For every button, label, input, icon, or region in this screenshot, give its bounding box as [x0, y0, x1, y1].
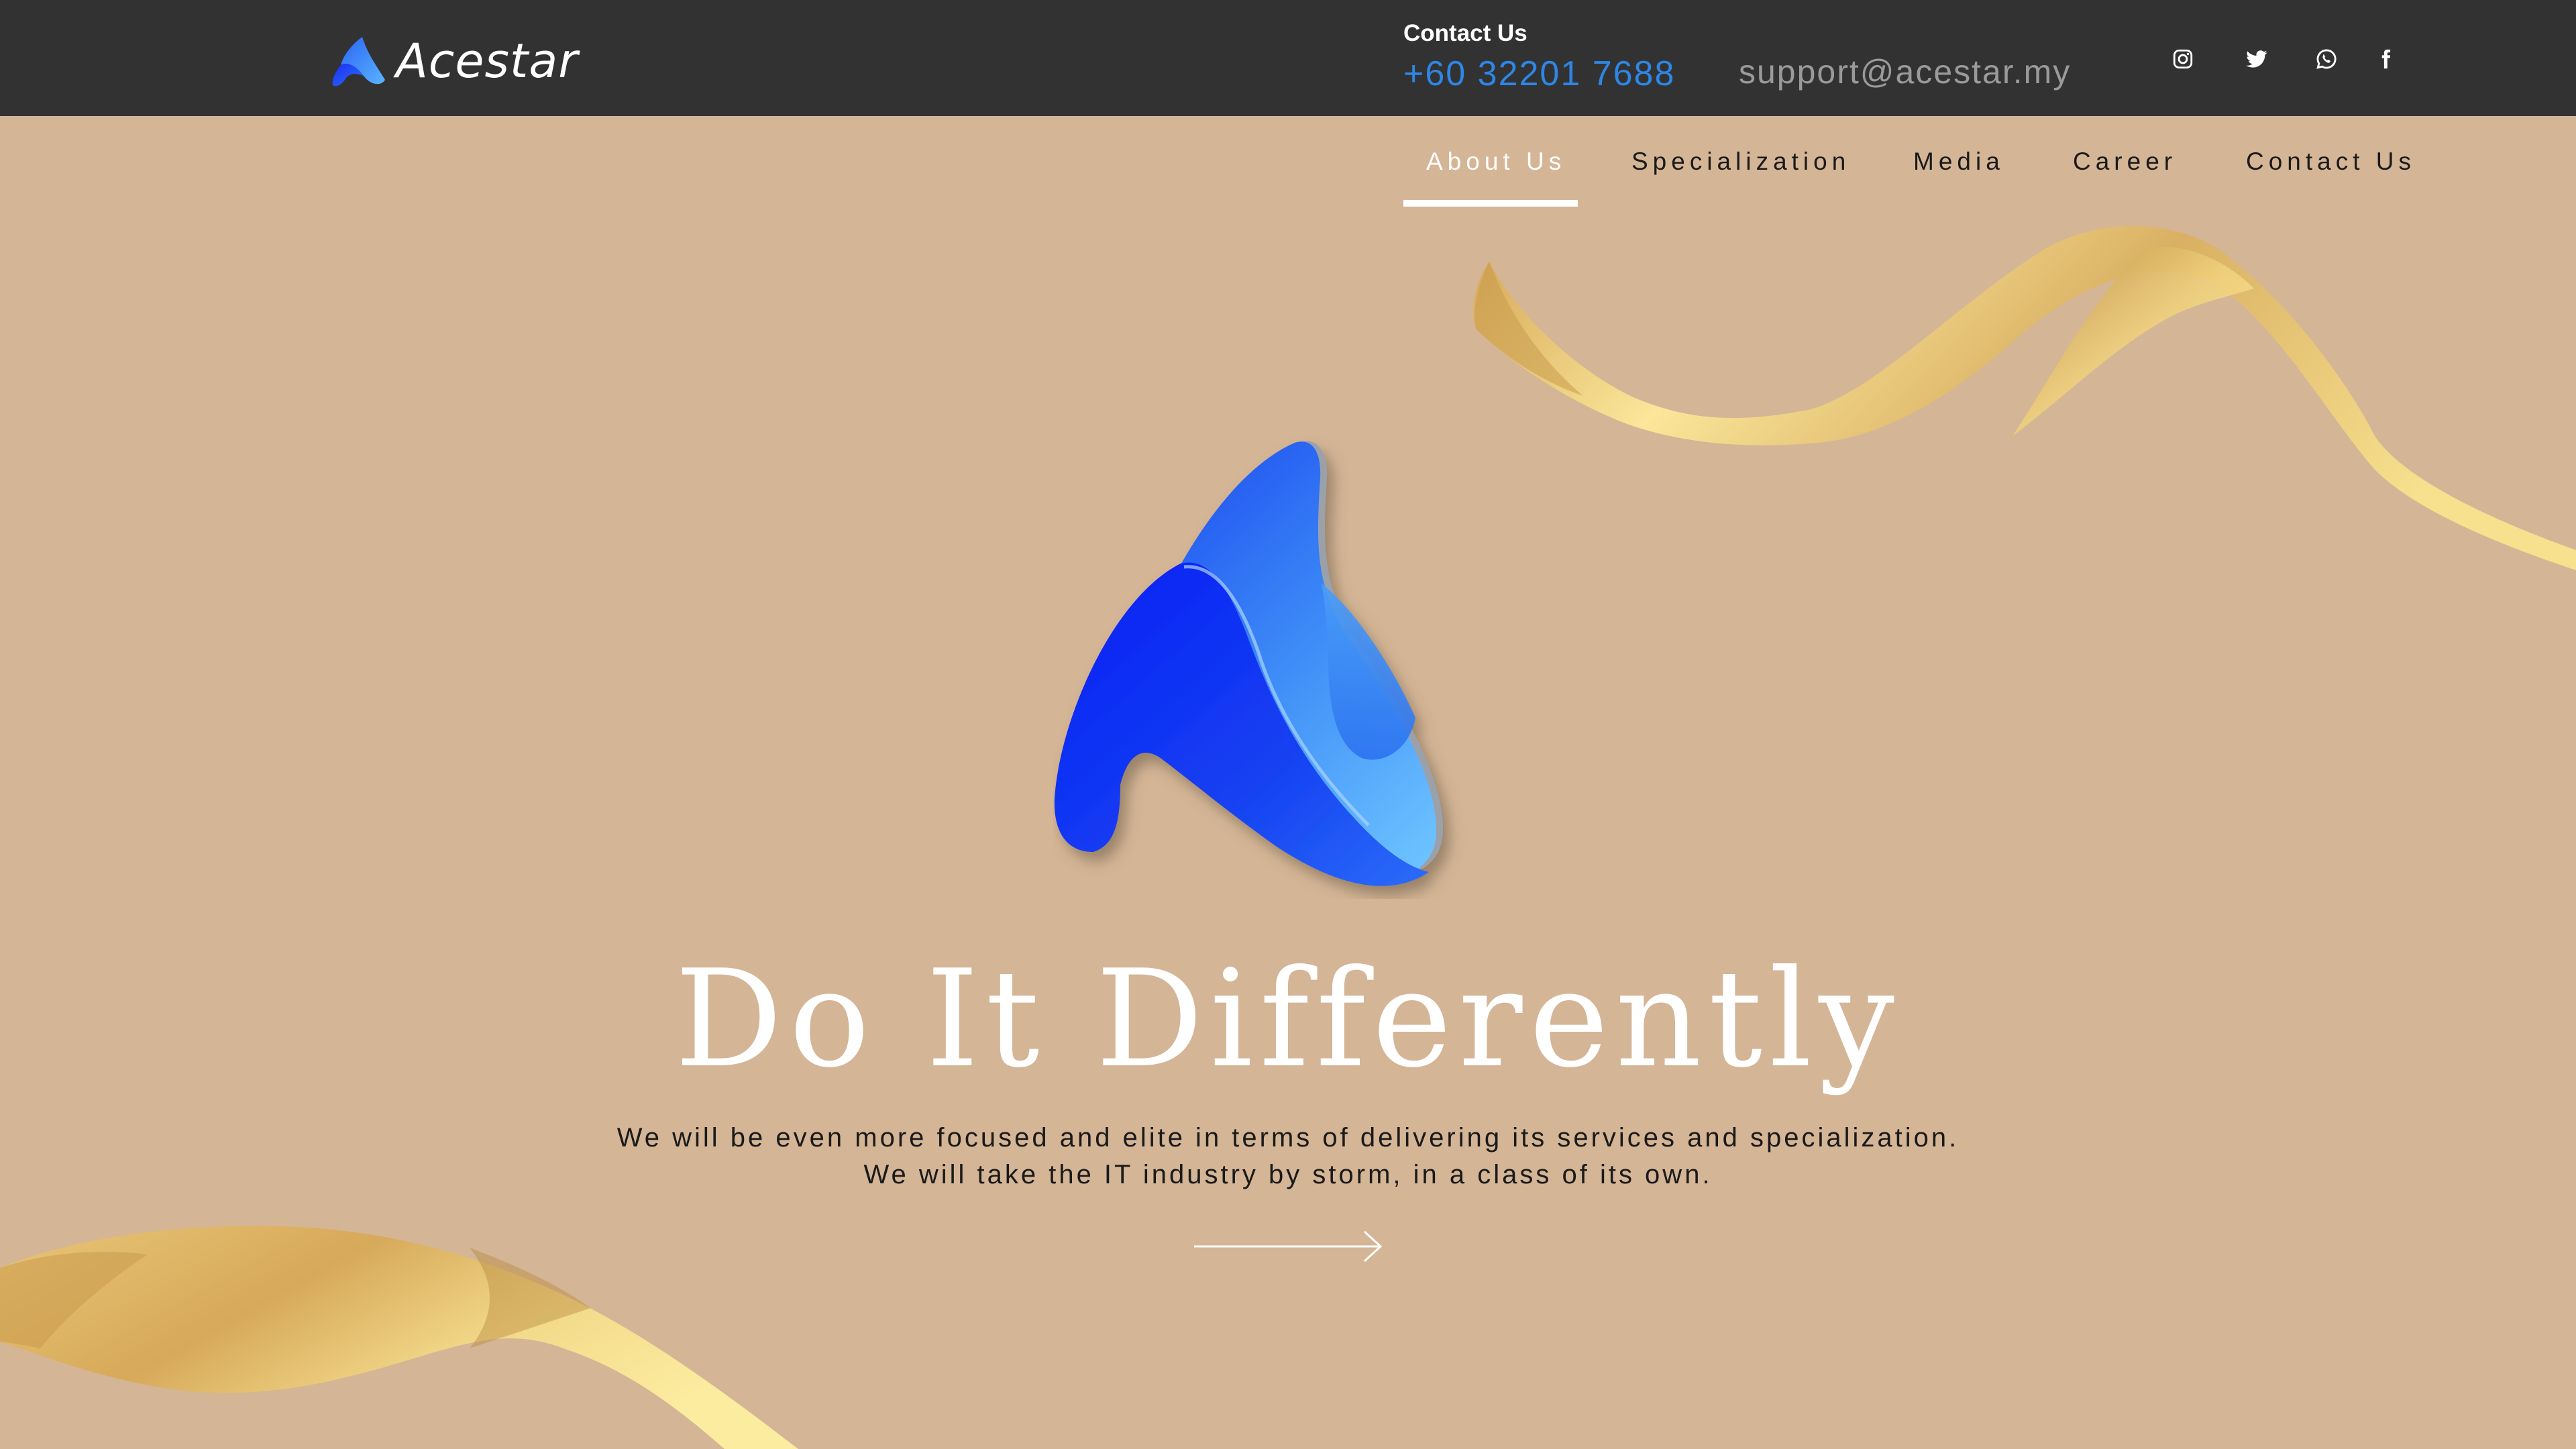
arrow-right-icon	[1194, 1230, 1383, 1263]
gold-ribbon-decoration-bottom	[0, 1226, 798, 1449]
facebook-icon[interactable]	[2372, 46, 2399, 72]
contact-phone-link[interactable]: +60 32201 7688	[1403, 56, 1675, 91]
nav-career[interactable]: Career	[2073, 149, 2177, 174]
acestar-hero-logo-icon	[1054, 441, 1443, 886]
contact-label: Contact Us	[1403, 20, 1527, 46]
page: Acestar Contact Us +60 32201 7688 suppor…	[0, 0, 2576, 1449]
gold-ribbon-decoration	[1473, 225, 2576, 570]
brand-name: Acestar	[396, 33, 579, 89]
twitter-icon[interactable]	[2243, 46, 2270, 72]
nav-specialization[interactable]: Specialization	[1631, 149, 1850, 174]
contact-email-link[interactable]: support@acestar.my	[1739, 55, 2071, 89]
nav-media[interactable]: Media	[1913, 149, 2004, 174]
nav-contact-us[interactable]: Contact Us	[2246, 149, 2416, 174]
hero-description-line-1: We will be even more focused and elite i…	[616, 1123, 1960, 1152]
instagram-icon[interactable]	[2169, 46, 2196, 72]
hero-description-line-2: We will take the IT industry by storm, i…	[863, 1160, 1713, 1189]
nav-active-indicator	[1403, 200, 1578, 207]
nav-about-us[interactable]: About Us	[1426, 149, 1566, 174]
hero-headline: Do It Differently	[674, 941, 1902, 1097]
whatsapp-icon[interactable]	[2313, 46, 2340, 72]
brand-link[interactable]: Acestar	[327, 32, 578, 89]
top-bar: Acestar Contact Us +60 32201 7688 suppor…	[0, 0, 2576, 116]
acestar-logo-icon	[332, 36, 385, 86]
